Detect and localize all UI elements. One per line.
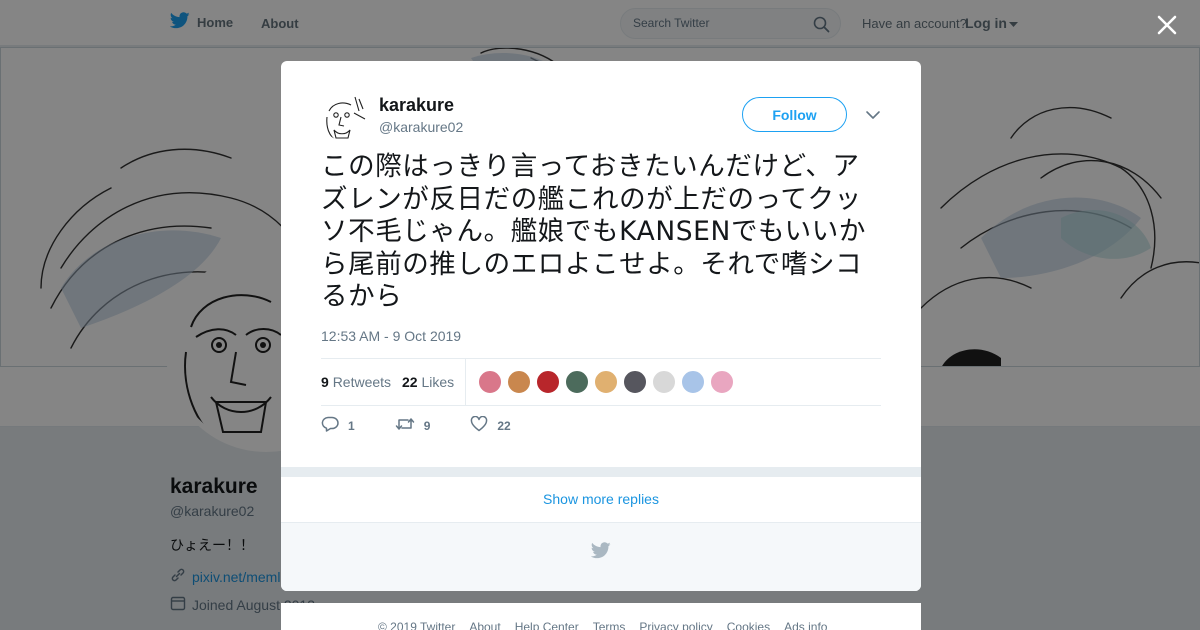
follow-button[interactable]: Follow — [742, 97, 847, 132]
liker-avatar[interactable] — [594, 370, 618, 394]
tweet-author-avatar[interactable] — [321, 93, 369, 141]
liker-avatar[interactable] — [623, 370, 647, 394]
footer-link[interactable]: Privacy policy — [639, 620, 712, 630]
likes-count: 22 — [402, 374, 418, 390]
retweets-stat[interactable]: 9 Retweets — [321, 374, 391, 390]
retweets-label: Retweets — [332, 374, 392, 390]
liker-avatar[interactable] — [681, 370, 705, 394]
footer-link[interactable]: © 2019 Twitter — [378, 620, 455, 630]
liker-avatar[interactable] — [507, 370, 531, 394]
footer-link[interactable]: About — [469, 620, 500, 630]
tweet-stats: 9 Retweets 22 Likes — [321, 358, 881, 406]
retweet-button[interactable]: 9 — [395, 416, 431, 435]
tweet-actions: 1 9 22 — [321, 415, 551, 435]
reply-icon — [321, 416, 339, 435]
liker-avatar[interactable] — [478, 370, 502, 394]
footer-link[interactable]: Ads info — [784, 620, 827, 630]
heart-icon — [470, 415, 488, 435]
page-footer: © 2019 Twitter About Help Center Terms Priva… — [281, 603, 921, 630]
liker-avatars — [478, 370, 734, 394]
reply-count: 1 — [348, 418, 355, 433]
footer-link[interactable]: Terms — [593, 620, 626, 630]
like-count: 22 — [497, 418, 511, 433]
footer-link[interactable]: Help Center — [515, 620, 579, 630]
like-button[interactable]: 22 — [470, 415, 511, 435]
liker-avatar[interactable] — [536, 370, 560, 394]
divider — [465, 359, 466, 405]
reply-button[interactable]: 1 — [321, 416, 355, 435]
modal-footer — [281, 523, 921, 591]
chevron-down-icon[interactable] — [865, 108, 881, 120]
tweet-author-handle[interactable]: @karakure02 — [379, 119, 463, 135]
twitter-bird-icon — [590, 542, 611, 564]
retweet-icon — [395, 416, 415, 435]
footer-links: © 2019 Twitter About Help Center Terms Priva… — [378, 620, 827, 630]
show-more-replies-button[interactable]: Show more replies — [281, 477, 921, 523]
face-sketch-icon — [321, 93, 369, 141]
footer-link[interactable]: Cookies — [727, 620, 770, 630]
liker-avatar[interactable] — [710, 370, 734, 394]
divider — [281, 467, 921, 477]
likes-label: Likes — [421, 374, 455, 390]
likes-stat[interactable]: 22 Likes — [402, 374, 454, 390]
tweet-modal: karakure @karakure02 Follow この際はっきり言っておき… — [281, 61, 921, 591]
retweets-count: 9 — [321, 374, 329, 390]
retweet-count: 9 — [423, 418, 431, 433]
tweet-text: この際はっきり言っておきたいんだけど、アズレンが反日だの艦これのが上だのってクッ… — [321, 151, 866, 312]
tweet-timestamp[interactable]: 12:53 AM - 9 Oct 2019 — [321, 328, 461, 344]
close-icon[interactable] — [1154, 12, 1180, 38]
tweet-author-name[interactable]: karakure — [379, 95, 454, 116]
liker-avatar[interactable] — [565, 370, 589, 394]
liker-avatar[interactable] — [652, 370, 676, 394]
